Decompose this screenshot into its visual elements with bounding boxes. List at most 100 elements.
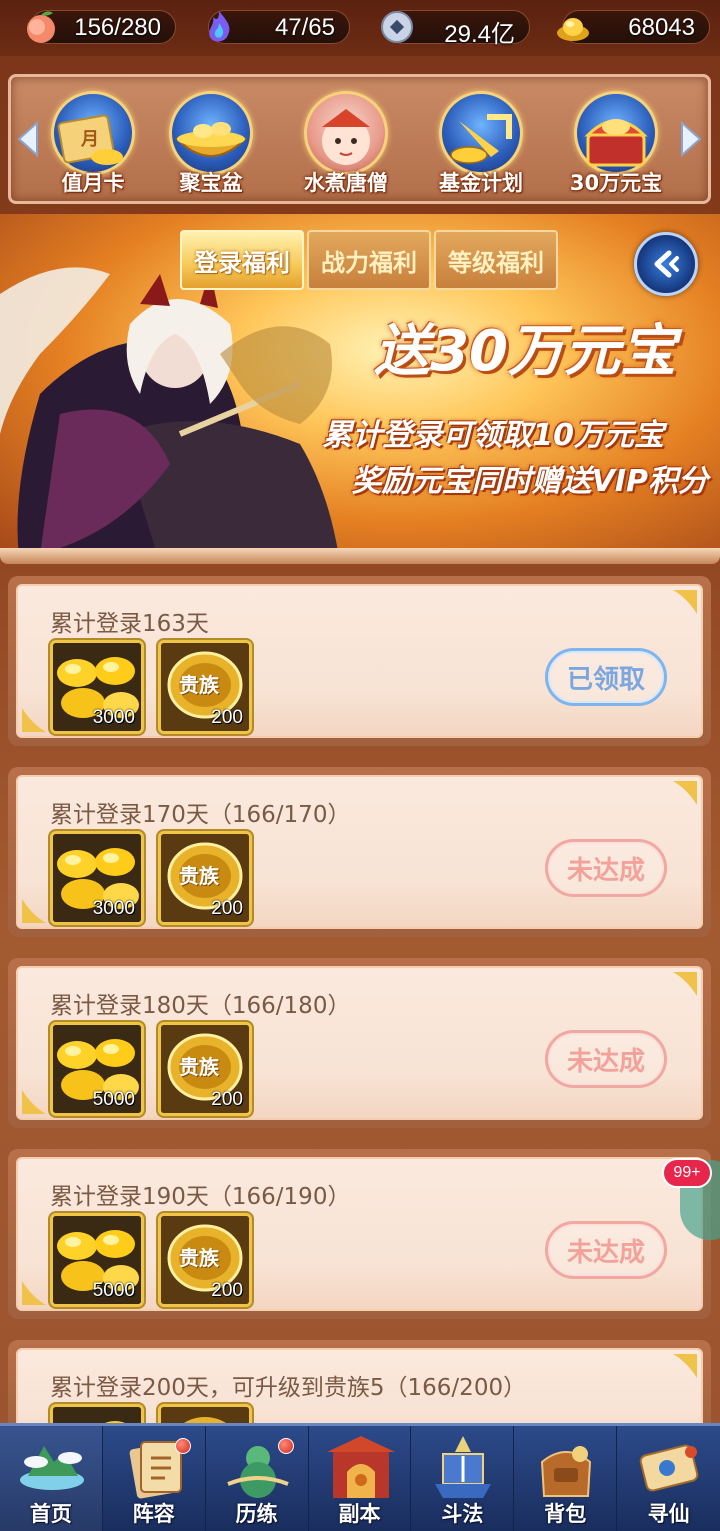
carousel-item-treasure-bowl[interactable]: 聚宝盆: [155, 91, 265, 201]
carousel-next-button[interactable]: [674, 77, 708, 201]
tab-login-welfare[interactable]: 登录福利: [180, 230, 304, 290]
reward-card: 累计登录180天（166/180） 5000 贵族 200 未达成: [8, 958, 711, 1128]
corner-ornament-icon: [22, 899, 46, 923]
corner-ornament-icon: [22, 1090, 46, 1114]
reward-card: 累计登录163天 3000 贵族 200 已领取: [8, 576, 711, 746]
noble-label: 贵族: [179, 1055, 219, 1079]
arrow-right-icon: [681, 120, 702, 158]
nav-label: 背包: [544, 1502, 587, 1526]
notification-dot: [174, 1438, 191, 1454]
corner-ornament-icon: [22, 1281, 46, 1305]
reward-title: 累计登录170天（166/170）: [50, 802, 351, 828]
banner-subtitle-2: 奖励元宝同时赠送VIP积分: [351, 464, 708, 499]
reward-card: 累计登录170天（166/170） 3000 贵族 200 未达成: [8, 767, 711, 937]
coin-resource[interactable]: 29.4亿: [381, 10, 530, 48]
nav-seek-immortal[interactable]: 寻仙: [617, 1426, 720, 1531]
gold-ingot-reward[interactable]: 5000: [50, 1213, 144, 1307]
monthly-card-inner-text: 月: [81, 129, 99, 150]
spirit-flame-icon: [209, 11, 230, 42]
noble-label: 贵族: [179, 864, 219, 888]
corner-ornament-icon: [673, 781, 697, 805]
tab-level-welfare[interactable]: 等级福利: [434, 230, 558, 290]
reward-count: 200: [211, 898, 243, 919]
carousel-item-monthly-card[interactable]: 月 值月卡: [37, 91, 147, 201]
back-arrow-icon: [654, 250, 679, 278]
reward-card: 累计登录190天（166/190） 5000 贵族 200 未达成: [8, 1149, 711, 1319]
carousel-label: 聚宝盆: [179, 171, 243, 195]
gold-ingot-icon: [557, 18, 589, 41]
not-reached-status-button[interactable]: 未达成: [545, 1221, 667, 1279]
not-reached-status-button[interactable]: 未达成: [545, 839, 667, 897]
nav-dungeon[interactable]: 副本: [309, 1426, 412, 1531]
reward-count: 5000: [92, 1280, 135, 1301]
login-bonus-banner: 登录福利 战力福利 等级福利 送30万元宝 累计登录可领取10万元宝 奖励元宝同…: [0, 214, 720, 554]
reward-count: 3000: [92, 898, 135, 919]
backpack-icon: [541, 1446, 592, 1497]
reward-count: 5000: [92, 1089, 135, 1110]
nav-lineup[interactable]: 阵容: [103, 1426, 206, 1531]
banner-tabs: 登录福利 战力福利 等级福利: [180, 230, 558, 290]
nav-label: 首页: [29, 1502, 72, 1526]
battle-arena-icon: [435, 1436, 492, 1498]
gold-ingot-reward[interactable]: 5000: [50, 1022, 144, 1116]
peach-resource[interactable]: 156/280: [27, 10, 176, 44]
carousel-item-300k-ingots[interactable]: 30万元宝: [560, 91, 670, 201]
nav-label: 寻仙: [647, 1502, 690, 1526]
corner-ornament-icon: [673, 590, 697, 614]
corner-ornament-icon: [22, 708, 46, 732]
reward-title: 累计登录163天: [50, 611, 209, 637]
reward-count: 200: [211, 1280, 243, 1301]
nav-label: 阵容: [132, 1502, 175, 1526]
carousel-label: 30万元宝: [569, 171, 663, 195]
notification-badge: 99+: [662, 1158, 712, 1188]
peach-icon: [27, 11, 55, 43]
reward-title: 累计登录190天（166/190）: [50, 1184, 351, 1210]
peach-value: 156/280: [74, 14, 161, 41]
noble-points-reward[interactable]: 贵族 200: [158, 1213, 252, 1307]
nav-home[interactable]: 首页: [0, 1426, 103, 1531]
coin-value: 29.4亿: [444, 21, 515, 48]
claimed-status-button[interactable]: 已领取: [545, 648, 667, 706]
gold-ingot-reward[interactable]: 3000: [50, 831, 144, 925]
resource-bar: 156/280 47/65 29.4亿 68043: [0, 0, 720, 56]
noble-points-reward[interactable]: 贵族 200: [158, 1022, 252, 1116]
not-reached-status-button[interactable]: 未达成: [545, 1030, 667, 1088]
carousel-item-fund-plan[interactable]: 基金计划: [425, 91, 535, 201]
carousel-label: 基金计划: [439, 171, 523, 195]
noble-points-reward[interactable]: 贵族 200: [158, 640, 252, 734]
banner-subtitle-1: 累计登录可领取10万元宝: [322, 418, 664, 453]
gold-resource[interactable]: 68043: [557, 10, 710, 44]
noble-points-reward[interactable]: 贵族 200: [158, 831, 252, 925]
gold-ingot-reward[interactable]: 3000: [50, 640, 144, 734]
carousel-label: 值月卡: [61, 171, 125, 195]
reward-count: 3000: [92, 707, 135, 728]
spirit-resource[interactable]: 47/65: [208, 10, 350, 44]
home-island-icon: [20, 1446, 84, 1490]
carousel-item-boiled-monk[interactable]: 水煮唐僧: [290, 91, 400, 201]
tab-power-welfare[interactable]: 战力福利: [307, 230, 431, 290]
corner-ornament-icon: [673, 1354, 697, 1378]
reward-title: 累计登录200天，可升级到贵族5（166/200）: [50, 1375, 527, 1401]
dungeon-gate-icon: [326, 1436, 395, 1498]
nav-label: 斗法: [441, 1502, 484, 1526]
reward-count: 200: [211, 1089, 243, 1110]
bottom-navigation: 首页 阵容 历练 副本 斗法 背包 寻仙: [0, 1423, 720, 1531]
reward-count: 200: [211, 707, 243, 728]
coin-icon: [381, 11, 413, 43]
seek-immortal-scroll-icon: [639, 1444, 699, 1492]
nav-label: 副本: [338, 1502, 381, 1526]
reward-title: 累计登录180天（166/180）: [50, 993, 351, 1019]
spirit-value: 47/65: [274, 14, 335, 41]
nav-label: 历练: [235, 1502, 278, 1526]
carousel-label: 水煮唐僧: [304, 171, 388, 195]
back-button[interactable]: [634, 232, 698, 296]
corner-ornament-icon: [673, 972, 697, 996]
feature-carousel: 月 值月卡 聚宝盆 水煮唐僧 基金计划 30万元宝: [8, 74, 711, 204]
gold-value: 68043: [628, 14, 695, 41]
banner-divider: [0, 548, 720, 564]
nav-training[interactable]: 历练: [206, 1426, 309, 1531]
banner-headline: 送30万元宝: [374, 319, 676, 384]
nav-battle[interactable]: 斗法: [411, 1426, 515, 1531]
nav-backpack[interactable]: 背包: [514, 1426, 618, 1531]
noble-label: 贵族: [179, 673, 219, 697]
